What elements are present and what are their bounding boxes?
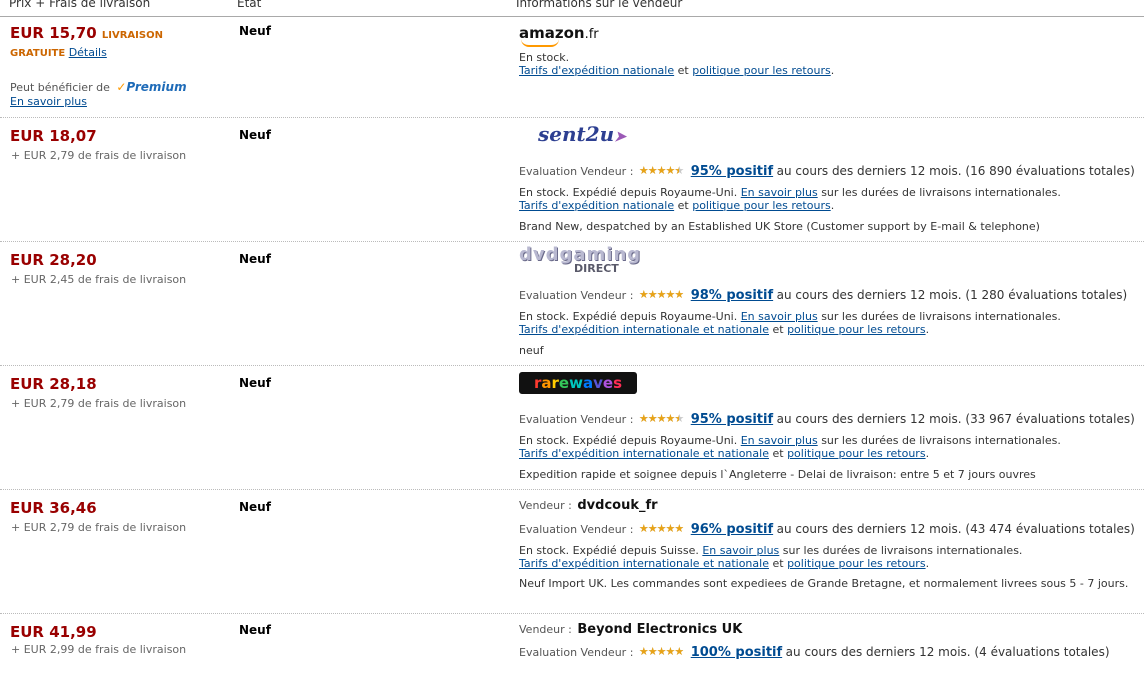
seller-name[interactable]: dvdcouk_fr: [577, 498, 657, 513]
star-rating-icon: ★★★★★★★★★★: [638, 288, 684, 301]
seller-label: Vendeur :: [519, 499, 572, 512]
star-rating-icon: ★★★★★★★★★★: [638, 522, 684, 535]
learn-more-link[interactable]: En savoir plus: [741, 186, 818, 199]
stock-status: En stock. Expédié depuis Suisse.: [519, 544, 699, 557]
seller-rating: Evaluation Vendeur : ★★★★★ ★★★★★ 100% pos…: [519, 645, 1110, 660]
stock-status: En stock. Expédié depuis Royaume-Uni.: [519, 310, 738, 323]
returns-policy-link[interactable]: politique pour les retours: [787, 447, 925, 460]
positive-rating-link[interactable]: 96% positif: [691, 522, 773, 537]
shipping-rates-link[interactable]: Tarifs d'expédition nationale: [519, 64, 674, 77]
star-rating-icon: ★★★★★★★★★★: [638, 412, 684, 425]
offer-condition: Neuf: [239, 128, 271, 142]
table-header: Prix + Frais de livraison État Informati…: [0, 0, 1144, 17]
offer-row: EUR 15,70 LIVRAISON GRATUITE Détails Peu…: [0, 17, 1144, 118]
seller-label: Vendeur :: [519, 623, 572, 636]
shipping-cost: + EUR 2,45 de frais de livraison: [11, 273, 187, 286]
check-icon: ✓: [116, 80, 127, 94]
seller-logo[interactable]: dvdgaming DIRECT: [519, 246, 641, 276]
seller-note: Expedition rapide et soignee depuis l`An…: [519, 468, 1036, 481]
offer-condition: Neuf: [239, 376, 271, 390]
shipping-cost: + EUR 2,79 de frais de livraison: [11, 521, 187, 534]
returns-policy-link[interactable]: politique pour les retours: [692, 64, 830, 77]
seller-note: neuf: [519, 344, 544, 357]
seller-name[interactable]: Beyond Electronics UK: [577, 622, 742, 637]
shipping-rates-link[interactable]: Tarifs d'expédition internationale et na…: [519, 323, 769, 336]
details-link[interactable]: Détails: [69, 46, 107, 59]
seller-rating: Evaluation Vendeur : ★★★★★ ★★★★★ 98% posi…: [519, 288, 1128, 303]
positive-rating-link[interactable]: 95% positif: [691, 164, 773, 179]
returns-policy-link[interactable]: politique pour les retours: [787, 323, 925, 336]
seller-logo[interactable]: rarewaves: [519, 372, 637, 394]
star-rating-icon: ★★★★★★★★★★: [638, 164, 684, 177]
arrow-icon: ➤: [614, 129, 626, 145]
learn-more-link[interactable]: En savoir plus: [741, 434, 818, 447]
seller-rating: Evaluation Vendeur : ★★★★★★★★★★ 95% posi…: [519, 164, 1135, 179]
amazon-smile-icon: [521, 39, 559, 47]
seller-rating: Evaluation Vendeur : ★★★★★ ★★★★★ 96% posi…: [519, 522, 1135, 537]
stock-status: En stock. Expédié depuis Royaume-Uni.: [519, 434, 738, 447]
header-price: Prix + Frais de livraison: [9, 0, 151, 10]
offer-price: EUR 15,70: [10, 24, 97, 42]
offer-price: EUR 18,07: [10, 127, 97, 145]
premium-learn-more-link[interactable]: En savoir plus: [10, 95, 87, 108]
offer-row: EUR 18,07 + EUR 2,79 de frais de livrais…: [0, 118, 1144, 242]
learn-more-link[interactable]: En savoir plus: [702, 544, 779, 557]
offer-row: EUR 36,46 + EUR 2,79 de frais de livrais…: [0, 490, 1144, 614]
positive-rating-link[interactable]: 100% positif: [691, 645, 782, 660]
seller-note: Brand New, despatched by an Established …: [519, 220, 1040, 233]
premium-eligibility: Peut bénéficier de ✓Premium: [10, 80, 187, 94]
returns-policy-link[interactable]: politique pour les retours: [787, 557, 925, 570]
shipping-cost: + EUR 2,79 de frais de livraison: [11, 397, 187, 410]
learn-more-link[interactable]: En savoir plus: [741, 310, 818, 323]
free-shipping-label-2: GRATUITE: [10, 48, 66, 59]
offer-row: EUR 41,99 + EUR 2,99 de frais de livrais…: [0, 614, 1144, 674]
header-seller: Informations sur le vendeur: [516, 0, 683, 10]
offer-condition: Neuf: [239, 24, 271, 38]
seller-rating: Evaluation Vendeur : ★★★★★★★★★★ 95% posi…: [519, 412, 1135, 427]
shipping-rates-link[interactable]: Tarifs d'expédition nationale: [519, 199, 674, 212]
shipping-cost: + EUR 2,79 de frais de livraison: [11, 149, 187, 162]
shipping-rates-link[interactable]: Tarifs d'expédition internationale et na…: [519, 447, 769, 460]
seller-logo[interactable]: sent2u➤: [538, 122, 626, 146]
returns-policy-link[interactable]: politique pour les retours: [692, 199, 830, 212]
offer-row: EUR 28,20 + EUR 2,45 de frais de livrais…: [0, 242, 1144, 366]
stock-status: En stock.: [519, 51, 570, 64]
positive-rating-link[interactable]: 98% positif: [691, 288, 773, 303]
shipping-cost: + EUR 2,99 de frais de livraison: [11, 643, 187, 656]
offer-price: EUR 41,99: [10, 623, 97, 641]
premium-badge: ✓Premium: [116, 80, 187, 94]
star-rating-icon: ★★★★★★★★★★: [638, 645, 684, 658]
seller-logo[interactable]: amazon.fr: [519, 24, 599, 47]
positive-rating-link[interactable]: 95% positif: [691, 412, 773, 427]
free-shipping-label: LIVRAISON: [101, 30, 163, 41]
offer-price: EUR 36,46: [10, 499, 97, 517]
offer-price: EUR 28,20: [10, 251, 97, 269]
offer-condition: Neuf: [239, 623, 271, 637]
offer-condition: Neuf: [239, 500, 271, 514]
offer-row: EUR 28,18 + EUR 2,79 de frais de livrais…: [0, 366, 1144, 490]
offer-condition: Neuf: [239, 252, 271, 266]
shipping-rates-link[interactable]: Tarifs d'expédition internationale et na…: [519, 557, 769, 570]
offer-price: EUR 28,18: [10, 375, 97, 393]
header-condition: État: [237, 0, 262, 10]
stock-status: En stock. Expédié depuis Royaume-Uni.: [519, 186, 738, 199]
seller-note: Neuf Import UK. Les commandes sont exped…: [519, 577, 1129, 590]
